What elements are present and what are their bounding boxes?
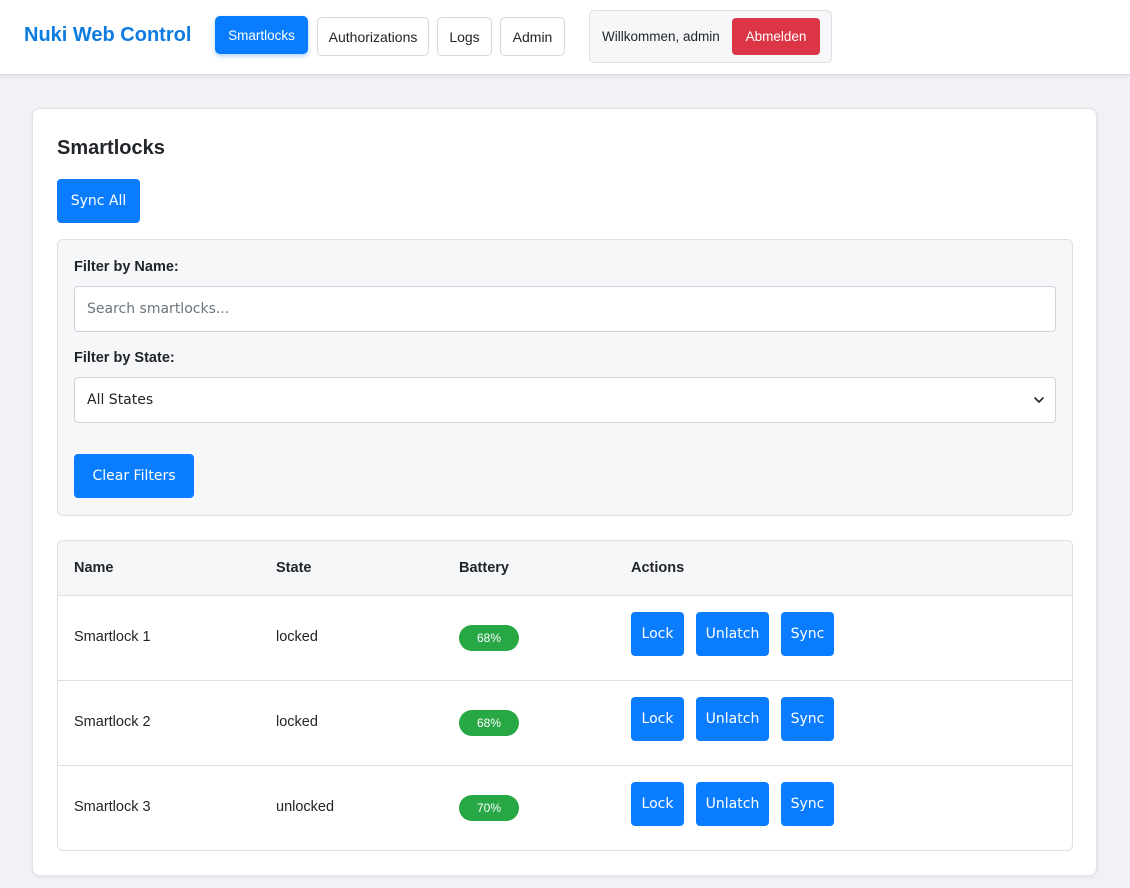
sync-all-button[interactable]: Sync All: [57, 179, 140, 223]
table-header: Name State Battery Actions: [58, 541, 1072, 596]
smartlocks-card: Smartlocks Sync All Filter by Name: Sear…: [32, 108, 1097, 876]
table-row: Smartlock 3 unlocked 70% Lock Unlatch Sy…: [58, 766, 1072, 850]
smartlock-name: Smartlock 2: [74, 714, 151, 730]
filter-panel: Filter by Name: Search smartlocks... Fil…: [57, 239, 1073, 516]
lock-button[interactable]: Lock: [631, 697, 684, 741]
smartlock-state: unlocked: [276, 799, 335, 815]
battery-badge: 68%: [459, 710, 519, 736]
logout-button[interactable]: Abmelden: [732, 18, 820, 55]
column-header-actions: Actions: [631, 560, 685, 576]
lock-button[interactable]: Lock: [631, 612, 684, 656]
unlatch-button[interactable]: Unlatch: [696, 612, 769, 656]
smartlock-name: Smartlock 1: [74, 629, 151, 645]
sync-button[interactable]: Sync: [781, 612, 834, 656]
clear-filters-button[interactable]: Clear Filters: [74, 454, 194, 498]
sync-button[interactable]: Sync: [781, 782, 834, 826]
battery-badge: 68%: [459, 625, 519, 651]
smartlock-name: Smartlock 3: [74, 799, 151, 815]
top-navbar: Nuki Web Control Smartlocks Authorizatio…: [0, 0, 1130, 75]
battery-badge: 70%: [459, 795, 519, 821]
nav-smartlocks-button[interactable]: Smartlocks: [215, 16, 308, 54]
filter-name-label: Filter by Name:: [74, 259, 179, 275]
page-title: Smartlocks: [57, 137, 165, 159]
smartlock-state: locked: [276, 714, 318, 730]
column-header-battery: Battery: [459, 560, 509, 576]
welcome-text: Willkommen, admin: [602, 29, 720, 44]
column-header-state: State: [276, 560, 312, 576]
table-row: Smartlock 1 locked 68% Lock Unlatch Sync: [58, 596, 1072, 681]
filter-state-label: Filter by State:: [74, 350, 175, 366]
table-row: Smartlock 2 locked 68% Lock Unlatch Sync: [58, 681, 1072, 766]
user-panel: Willkommen, admin Abmelden: [589, 10, 832, 63]
lock-button[interactable]: Lock: [631, 782, 684, 826]
chevron-down-icon: [1034, 397, 1044, 403]
unlatch-button[interactable]: Unlatch: [696, 782, 769, 826]
nav-authorizations-button[interactable]: Authorizations: [317, 17, 429, 56]
unlatch-button[interactable]: Unlatch: [696, 697, 769, 741]
sync-button[interactable]: Sync: [781, 697, 834, 741]
nav-logs-button[interactable]: Logs: [437, 17, 492, 56]
smartlock-state: locked: [276, 629, 318, 645]
name-search-placeholder: Search smartlocks...: [87, 301, 230, 317]
brand-title[interactable]: Nuki Web Control: [24, 24, 191, 47]
name-search-input[interactable]: Search smartlocks...: [74, 286, 1056, 332]
smartlocks-table: Name State Battery Actions Smartlock 1 l…: [57, 540, 1073, 851]
nav-admin-button[interactable]: Admin: [500, 17, 565, 56]
state-select-value: All States: [87, 392, 154, 408]
column-header-name: Name: [74, 560, 114, 576]
state-select[interactable]: All States: [74, 377, 1056, 423]
